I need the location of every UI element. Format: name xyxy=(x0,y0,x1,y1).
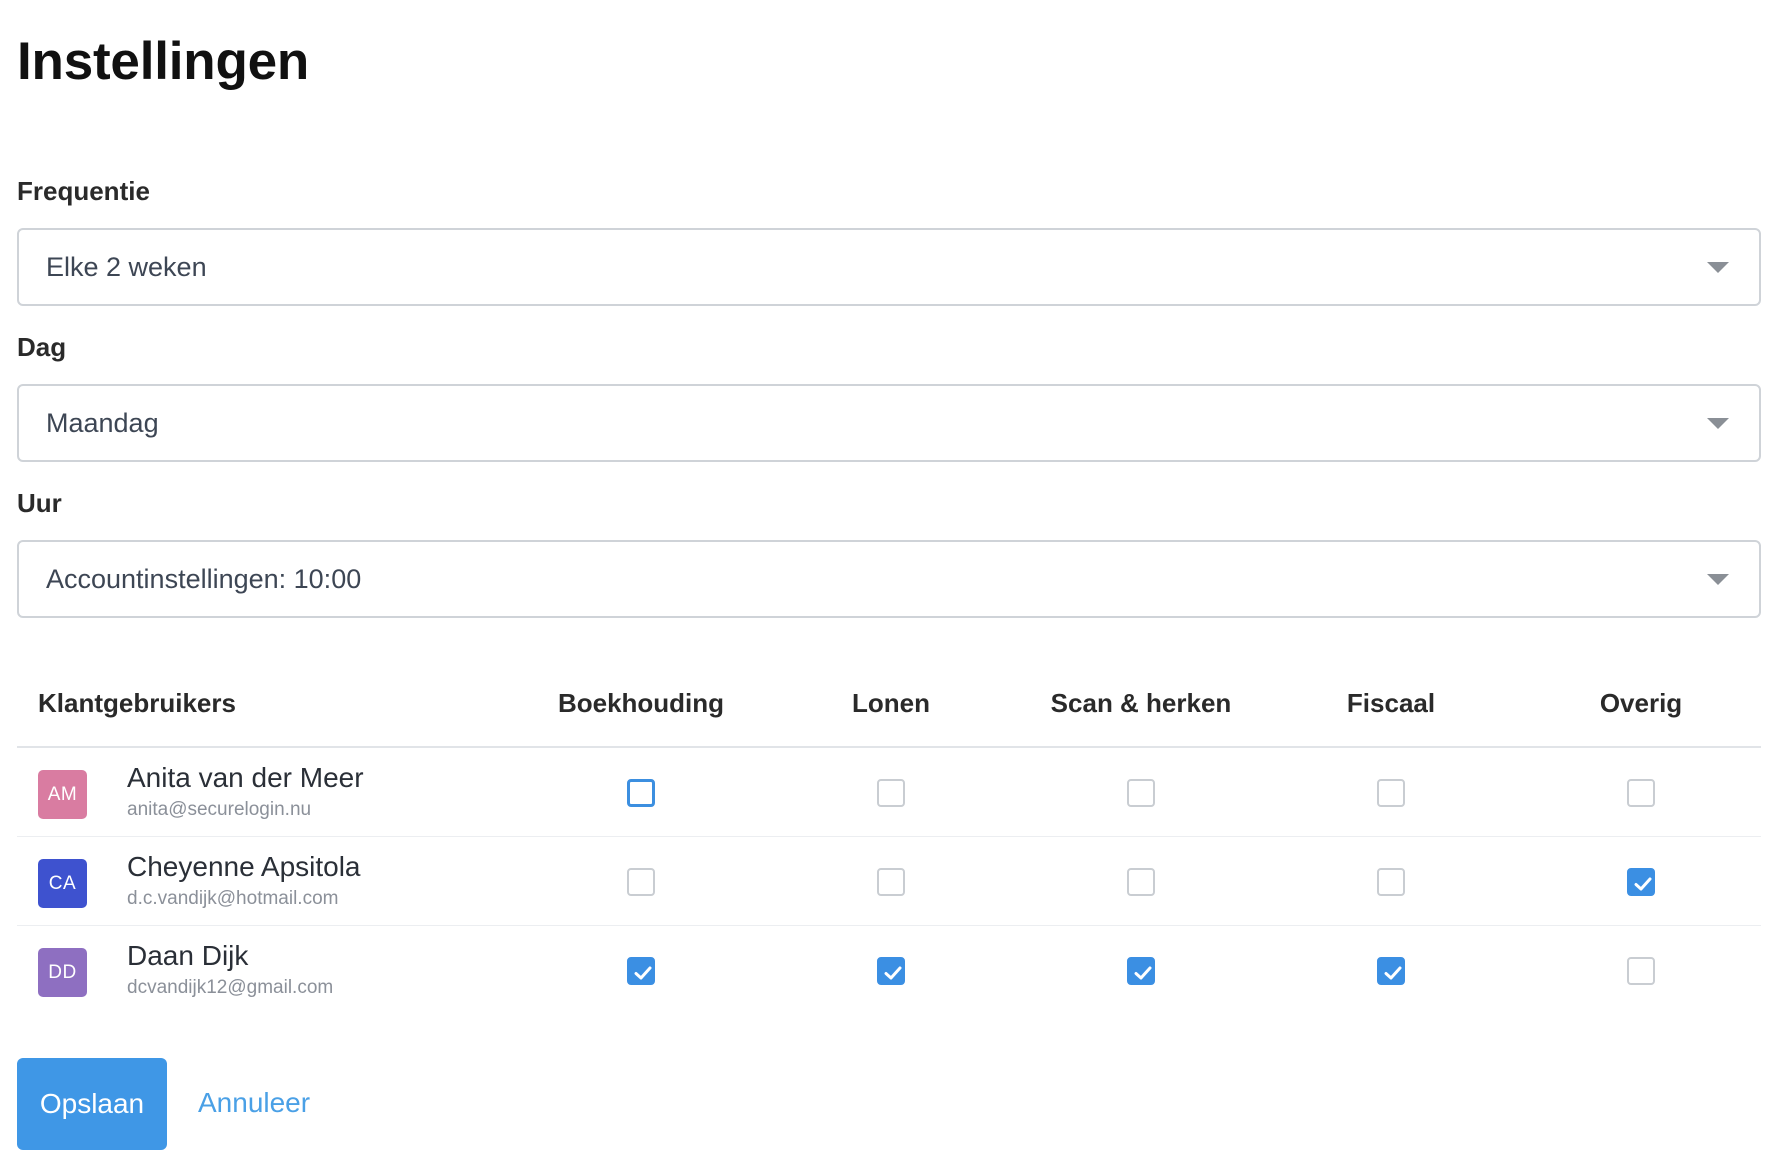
checkbox-scan-herken[interactable] xyxy=(1127,779,1155,807)
page-title: Instellingen xyxy=(17,32,310,91)
user-name: Anita van der Meer xyxy=(127,762,364,793)
day-label: Dag xyxy=(17,332,67,362)
checkmark-icon xyxy=(1134,966,1152,980)
column-header-lonen: Lonen xyxy=(852,688,930,718)
column-header-boekhouding: Boekhouding xyxy=(557,688,725,718)
checkbox-fiscaal[interactable] xyxy=(1377,779,1405,807)
checkbox-scan-herken[interactable] xyxy=(1127,868,1155,896)
table-row: CA Cheyenne Apsitola d.c.vandijk@hotmail… xyxy=(17,837,1761,926)
checkbox-lonen[interactable] xyxy=(877,779,905,807)
user-email: anita@securelogin.nu xyxy=(127,799,312,820)
user-name: Daan Dijk xyxy=(127,940,249,971)
checkbox-boekhouding[interactable] xyxy=(627,779,655,807)
checkmark-icon xyxy=(1634,877,1652,891)
checkbox-overig[interactable] xyxy=(1627,957,1655,985)
avatar-initials: CA xyxy=(48,872,77,894)
chevron-down-icon xyxy=(1707,574,1729,585)
checkbox-lonen[interactable] xyxy=(877,868,905,896)
checkbox-overig[interactable] xyxy=(1627,868,1655,896)
column-header-overig: Overig xyxy=(1599,688,1683,718)
frequency-select[interactable]: Elke 2 weken xyxy=(17,228,1761,306)
avatar-initials: AM xyxy=(47,783,78,805)
permissions-table-header: Klantgebruikers Boekhouding Lonen Scan &… xyxy=(17,670,1761,748)
cancel-link[interactable]: Annuleer xyxy=(198,1086,310,1120)
frequency-label: Frequentie xyxy=(17,176,150,206)
hour-label: Uur xyxy=(17,488,62,518)
table-row: DD Daan Dijk dcvandijk12@gmail.com xyxy=(17,926,1761,1015)
hour-select-value: Accountinstellingen: 10:00 xyxy=(46,563,362,594)
checkbox-boekhouding[interactable] xyxy=(627,957,655,985)
frequency-select-value: Elke 2 weken xyxy=(46,251,207,282)
checkbox-boekhouding[interactable] xyxy=(627,868,655,896)
save-button[interactable]: Opslaan xyxy=(17,1058,167,1150)
column-header-klantgebruikers: Klantgebruikers xyxy=(38,688,236,718)
checkbox-fiscaal[interactable] xyxy=(1377,868,1405,896)
chevron-down-icon xyxy=(1707,262,1729,273)
hour-select[interactable]: Accountinstellingen: 10:00 xyxy=(17,540,1761,618)
checkmark-icon xyxy=(884,966,902,980)
avatar: DD xyxy=(38,948,87,997)
user-email: d.c.vandijk@hotmail.com xyxy=(127,888,339,909)
table-row: AM Anita van der Meer anita@securelogin.… xyxy=(17,748,1761,837)
checkmark-icon xyxy=(1384,966,1402,980)
user-name: Cheyenne Apsitola xyxy=(127,851,361,882)
day-select-value: Maandag xyxy=(46,407,159,438)
checkbox-scan-herken[interactable] xyxy=(1127,957,1155,985)
day-select[interactable]: Maandag xyxy=(17,384,1761,462)
user-email: dcvandijk12@gmail.com xyxy=(127,977,334,998)
column-header-fiscaal: Fiscaal xyxy=(1346,688,1436,718)
checkbox-lonen[interactable] xyxy=(877,957,905,985)
chevron-down-icon xyxy=(1707,418,1729,429)
checkbox-overig[interactable] xyxy=(1627,779,1655,807)
column-header-scan-herken: Scan & herken xyxy=(1050,688,1232,718)
avatar: CA xyxy=(38,859,87,908)
avatar-initials: DD xyxy=(48,961,77,983)
checkmark-icon xyxy=(634,966,652,980)
avatar: AM xyxy=(38,770,87,819)
checkbox-fiscaal[interactable] xyxy=(1377,957,1405,985)
